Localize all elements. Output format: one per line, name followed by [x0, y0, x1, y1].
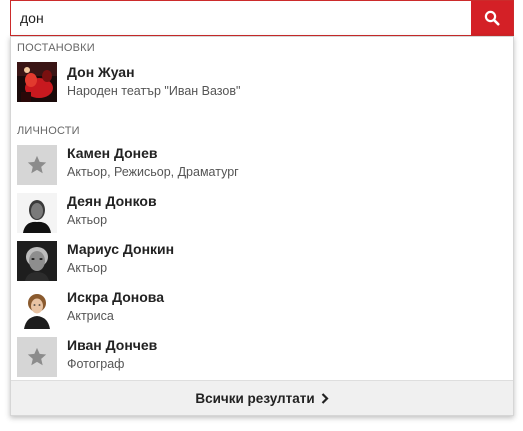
result-subtitle: Народен театър "Иван Вазов": [67, 84, 241, 98]
result-title: Иван Дончев: [67, 337, 158, 353]
result-title: Деян Донков: [67, 193, 157, 209]
chevron-right-icon: [321, 392, 329, 404]
result-title: Искра Донова: [67, 289, 164, 305]
person-photo: [17, 193, 57, 233]
search-results-dropdown: ПОСТАНОВКИ Дон Жуан Народен театър "Иван…: [10, 36, 514, 416]
result-subtitle: Фотограф: [67, 357, 125, 371]
search-icon: [484, 10, 500, 26]
result-subtitle: Актьор: [67, 261, 108, 275]
search-button[interactable]: [471, 1, 513, 35]
result-item-person[interactable]: Искра Донова Актриса: [11, 287, 513, 335]
result-item-person[interactable]: Мариус Донкин Актьор: [11, 239, 513, 287]
result-item-person[interactable]: Камен Донев Актьор, Режисьор, Драматург: [11, 143, 513, 191]
result-item-person[interactable]: Деян Донков Актьор: [11, 191, 513, 239]
production-thumbnail: [17, 62, 57, 102]
person-photo: [17, 289, 57, 329]
result-item-production[interactable]: Дон Жуан Народен театър "Иван Вазов": [11, 59, 513, 107]
all-results-button[interactable]: Всички резултати: [11, 380, 513, 415]
star-placeholder-icon: [17, 145, 57, 185]
result-item-person[interactable]: Иван Дончев Фотограф: [11, 335, 513, 383]
result-subtitle: Актриса: [67, 309, 114, 323]
all-results-label: Всички резултати: [195, 390, 315, 406]
section-header-productions: ПОСТАНОВКИ: [17, 42, 95, 54]
star-placeholder-icon: [17, 337, 57, 377]
result-title: Камен Донев: [67, 145, 158, 161]
person-photo: [17, 241, 57, 281]
result-title: Дон Жуан: [67, 64, 135, 80]
result-subtitle: Актьор: [67, 213, 108, 227]
section-header-people: ЛИЧНОСТИ: [17, 125, 80, 137]
result-title: Мариус Донкин: [67, 241, 175, 257]
search-bar: [10, 0, 514, 36]
result-subtitle: Актьор, Режисьор, Драматург: [67, 165, 239, 179]
search-input[interactable]: [11, 1, 473, 35]
